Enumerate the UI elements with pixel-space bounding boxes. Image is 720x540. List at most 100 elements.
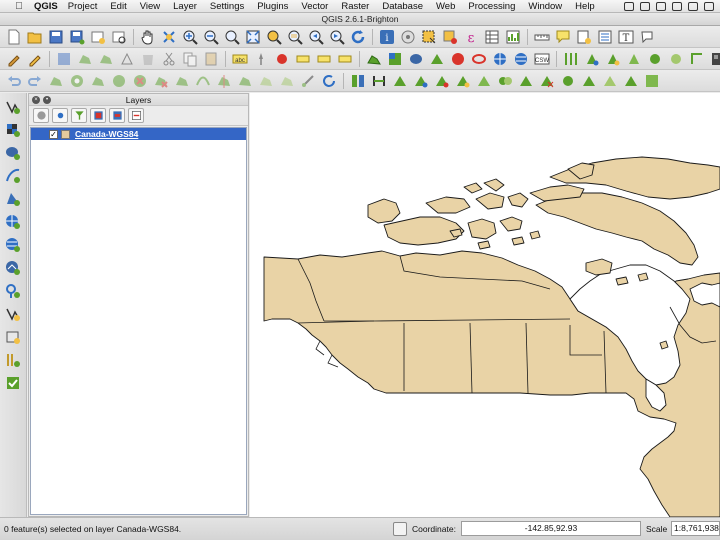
delete-selected-icon[interactable] — [138, 50, 157, 68]
close-panel-icon[interactable]: × — [32, 96, 40, 104]
add-wfs-icon[interactable] — [582, 50, 601, 68]
menu-layer[interactable]: Layer — [173, 1, 197, 12]
filter-legend-icon[interactable] — [71, 108, 87, 123]
add-vector-icon[interactable] — [364, 50, 383, 68]
composer-manager-button[interactable] — [109, 28, 128, 46]
menu-window[interactable]: Window — [528, 1, 562, 12]
vector-tools-10-icon[interactable] — [579, 72, 598, 90]
pin-labels-icon[interactable] — [251, 50, 270, 68]
processing-toolbox-icon[interactable] — [348, 72, 367, 90]
graphical-modeler-icon[interactable] — [369, 72, 388, 90]
node-tool-icon[interactable] — [117, 50, 136, 68]
vector-tools-6-icon[interactable] — [495, 72, 514, 90]
undo-icon[interactable] — [4, 72, 23, 90]
map-tips-icon[interactable] — [553, 28, 572, 46]
add-wfs-layer-icon[interactable] — [2, 258, 24, 277]
merge-features-icon[interactable] — [256, 72, 275, 90]
field-calculator-icon[interactable]: ε — [461, 28, 480, 46]
toggle-editing-icon[interactable] — [25, 50, 44, 68]
add-wms-icon[interactable] — [490, 50, 509, 68]
identify-icon[interactable]: i — [377, 28, 396, 46]
add-virtual-layer-icon[interactable] — [2, 373, 24, 392]
save-as-button[interactable] — [67, 28, 86, 46]
open-project-button[interactable] — [25, 28, 44, 46]
vector-tools-13-icon[interactable] — [642, 72, 661, 90]
vector-tools-3-icon[interactable] — [432, 72, 451, 90]
add-part-icon[interactable] — [88, 72, 107, 90]
vector-tools-1-icon[interactable] — [390, 72, 409, 90]
new-spatialite-icon[interactable] — [2, 327, 24, 346]
collapse-all-icon[interactable] — [109, 108, 125, 123]
add-postgis-icon[interactable] — [406, 50, 425, 68]
add-wcs-layer-icon[interactable] — [2, 235, 24, 254]
menu-raster[interactable]: Raster — [341, 1, 369, 12]
menu-edit[interactable]: Edit — [110, 1, 126, 12]
apple-menu-icon[interactable]:  — [12, 1, 26, 12]
current-edits-icon[interactable] — [4, 50, 23, 68]
add-raster-icon[interactable] — [385, 50, 404, 68]
split-features-icon[interactable] — [214, 72, 233, 90]
zoom-to-layer-icon[interactable] — [285, 28, 304, 46]
add-gpx-layer-icon[interactable] — [2, 281, 24, 300]
reshape-features-icon[interactable] — [172, 72, 191, 90]
add-group-icon[interactable] — [52, 108, 68, 123]
new-project-button[interactable] — [4, 28, 23, 46]
pan-to-selection-icon[interactable] — [159, 28, 178, 46]
menu-vector[interactable]: Vector — [301, 1, 328, 12]
layer-styling-icon[interactable] — [33, 108, 49, 123]
menu-processing[interactable]: Processing — [468, 1, 515, 12]
copy-features-icon[interactable] — [180, 50, 199, 68]
add-delimited-text-icon[interactable] — [561, 50, 580, 68]
sync-icon[interactable] — [640, 2, 650, 11]
add-wms-layer-icon[interactable] — [2, 212, 24, 231]
layer-item[interactable]: ✓ Canada-WGS84 — [31, 128, 246, 140]
split-parts-icon[interactable] — [235, 72, 254, 90]
refresh-icon[interactable] — [348, 28, 367, 46]
vector-tools-7-icon[interactable] — [516, 72, 535, 90]
run-action-icon[interactable] — [398, 28, 417, 46]
add-virtual-layer-icon[interactable] — [666, 50, 685, 68]
display-icon[interactable] — [656, 2, 666, 11]
menu-app-name[interactable]: QGIS — [34, 1, 58, 12]
cut-features-icon[interactable] — [159, 50, 178, 68]
add-ring-icon[interactable] — [67, 72, 86, 90]
menu-project[interactable]: Project — [68, 1, 98, 12]
add-spatialite-icon[interactable] — [427, 50, 446, 68]
menu-view[interactable]: View — [140, 1, 160, 12]
wifi-icon[interactable] — [704, 2, 714, 11]
bluetooth-icon[interactable] — [688, 2, 698, 11]
timemachine-icon[interactable] — [672, 2, 682, 11]
statistical-summary-icon[interactable] — [503, 28, 522, 46]
vector-tools-4-icon[interactable] — [453, 72, 472, 90]
zoom-native-icon[interactable] — [222, 28, 241, 46]
add-gdal-icon[interactable] — [708, 50, 720, 68]
add-delimited-layer-icon[interactable] — [2, 350, 24, 369]
merge-attributes-icon[interactable] — [277, 72, 296, 90]
scale-field[interactable]: 1:8,761,938 — [671, 521, 720, 536]
fill-ring-icon[interactable] — [109, 72, 128, 90]
rotate-feature-icon[interactable] — [319, 72, 338, 90]
add-ogr-icon[interactable] — [687, 50, 706, 68]
menu-help[interactable]: Help — [575, 1, 595, 12]
offset-curve-icon[interactable] — [193, 72, 212, 90]
dropbox-icon[interactable] — [624, 2, 634, 11]
new-bookmark-icon[interactable] — [574, 28, 593, 46]
new-spatialite-layer-icon[interactable] — [624, 50, 643, 68]
highlight-pinned-icon[interactable] — [272, 50, 291, 68]
add-wcs-icon[interactable] — [511, 50, 530, 68]
help-icon[interactable] — [637, 28, 656, 46]
zoom-out-icon[interactable] — [201, 28, 220, 46]
add-postgis-layer-icon[interactable] — [2, 143, 24, 162]
zoom-full-icon[interactable] — [243, 28, 262, 46]
pan-tool-icon[interactable] — [138, 28, 157, 46]
delete-part-icon[interactable] — [151, 72, 170, 90]
new-print-composer-button[interactable] — [88, 28, 107, 46]
add-spatialite-layer-icon[interactable] — [2, 166, 24, 185]
zoom-next-icon[interactable] — [327, 28, 346, 46]
paste-features-icon[interactable] — [201, 50, 220, 68]
zoom-to-selection-icon[interactable] — [264, 28, 283, 46]
new-shapefile-icon[interactable] — [603, 50, 622, 68]
change-label-icon[interactable] — [335, 50, 354, 68]
toggle-extents-icon[interactable] — [393, 522, 407, 536]
new-gpx-icon[interactable] — [645, 50, 664, 68]
